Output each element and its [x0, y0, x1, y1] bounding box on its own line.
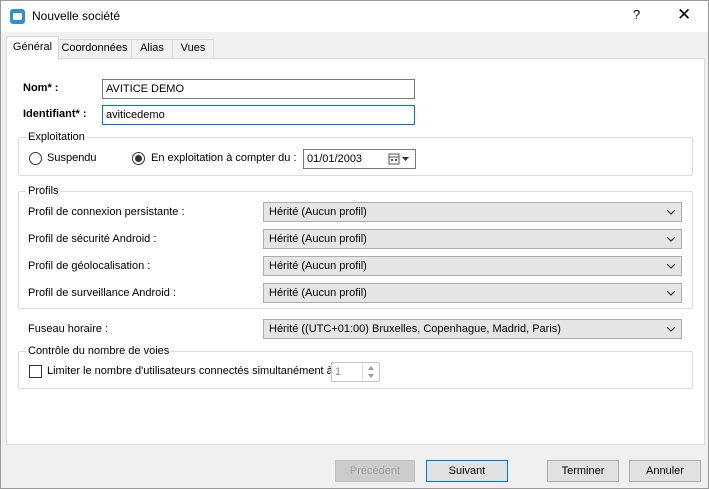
en-exploitation-radio[interactable] — [132, 152, 145, 165]
calendar-dropdown-icon[interactable] — [388, 153, 414, 166]
close-button[interactable]: ✕ — [677, 5, 691, 25]
tab-vues[interactable]: Vues — [172, 39, 214, 59]
date-value: 01/01/2003 — [307, 153, 363, 165]
tab-general[interactable]: Général — [6, 36, 59, 60]
dialog-window: Nouvelle société ? ✕ Général Coordonnées… — [0, 0, 709, 489]
suivant-button[interactable]: Suivant — [426, 460, 508, 482]
profil-connexion-label: Profil de connexion persistante : — [28, 206, 185, 218]
tab-alias[interactable]: Alias — [131, 39, 173, 59]
profil-securite-value: Hérité (Aucun profil) — [269, 233, 367, 245]
chevron-down-icon — [667, 237, 675, 242]
nom-input[interactable]: AVITICE DEMO — [102, 79, 415, 99]
en-exploitation-label: En exploitation à compter du : — [151, 152, 297, 164]
profil-surveillance-combo[interactable]: Hérité (Aucun profil) — [263, 283, 682, 303]
identifiant-input[interactable]: aviticedemo — [102, 105, 415, 125]
fuseau-label: Fuseau horaire : — [28, 323, 109, 335]
terminer-button[interactable]: Terminer — [547, 460, 619, 482]
profil-surveillance-label: Profil de surveillance Android : — [28, 287, 176, 299]
date-picker[interactable]: 01/01/2003 — [303, 149, 416, 169]
profil-geolocalisation-value: Hérité (Aucun profil) — [269, 260, 367, 272]
profil-securite-label: Profil de sécurité Android : — [28, 233, 157, 245]
profil-connexion-value: Hérité (Aucun profil) — [269, 206, 367, 218]
profil-securite-combo[interactable]: Hérité (Aucun profil) — [263, 229, 682, 249]
profil-geolocalisation-combo[interactable]: Hérité (Aucun profil) — [263, 256, 682, 276]
exploitation-group-title: Exploitation — [26, 131, 87, 143]
profil-connexion-combo[interactable]: Hérité (Aucun profil) — [263, 202, 682, 222]
chevron-down-icon — [667, 264, 675, 269]
limiter-checkbox[interactable] — [29, 365, 42, 378]
precedent-button[interactable]: Précédent — [335, 460, 415, 482]
chevron-down-icon — [667, 327, 675, 332]
spinner-buttons[interactable] — [362, 363, 379, 381]
identifiant-label: Identifiant* : — [23, 108, 87, 120]
fuseau-combo[interactable]: Hérité ((UTC+01:00) Bruxelles, Copenhagu… — [263, 319, 682, 339]
window-title: Nouvelle société — [32, 9, 121, 23]
limiter-label: Limiter le nombre d'utilisateurs connect… — [47, 365, 333, 377]
chevron-down-icon — [667, 210, 675, 215]
spinner-up-down-icon — [368, 366, 374, 378]
title-bar[interactable]: Nouvelle société ? ✕ — [1, 1, 708, 32]
nom-label: Nom* : — [23, 82, 59, 94]
voies-spinner[interactable]: 1 — [331, 362, 380, 382]
annuler-button[interactable]: Annuler — [629, 460, 701, 482]
voies-spinner-value: 1 — [335, 366, 342, 378]
fuseau-value: Hérité ((UTC+01:00) Bruxelles, Copenhagu… — [269, 323, 561, 335]
tab-coordonnees[interactable]: Coordonnées — [57, 39, 132, 59]
profil-geolocalisation-label: Profil de géolocalisation : — [28, 260, 151, 272]
profils-group-title: Profils — [26, 185, 61, 197]
help-button[interactable]: ? — [633, 7, 640, 22]
suspendu-radio[interactable] — [29, 152, 42, 165]
chevron-down-icon — [667, 291, 675, 296]
voies-group-title: Contrôle du nombre de voies — [26, 345, 172, 357]
profil-surveillance-value: Hérité (Aucun profil) — [269, 287, 367, 299]
app-icon — [10, 9, 25, 24]
suspendu-label: Suspendu — [47, 152, 97, 164]
